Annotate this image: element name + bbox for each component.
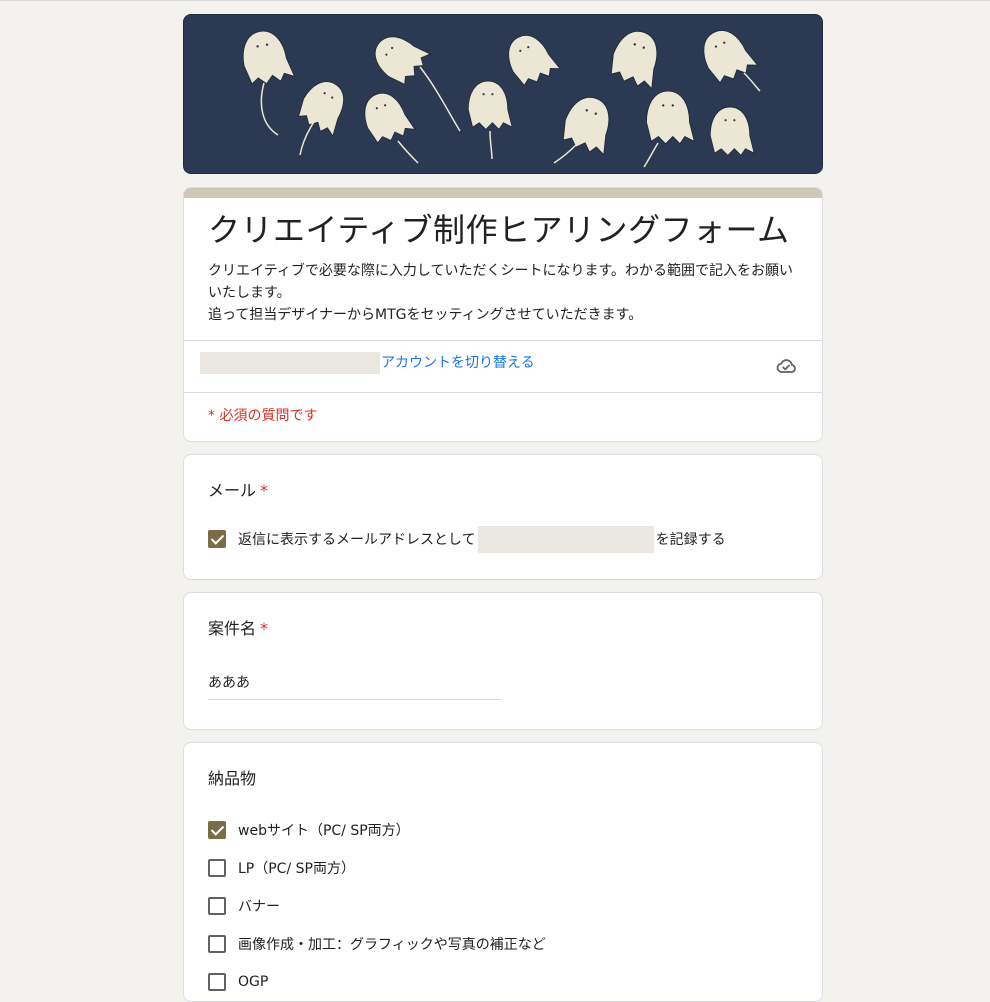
record-email-checkbox[interactable] — [208, 530, 226, 548]
cloud-saved-icon — [776, 359, 796, 373]
option-lp[interactable]: LP（PC/ SP両方） — [208, 849, 798, 887]
record-email-suffix: を記録する — [655, 532, 726, 548]
email-address-redacted — [477, 525, 654, 553]
option-image-editing[interactable]: 画像作成・加工：グラフィックや写真の補正など — [208, 925, 798, 963]
option-checkbox[interactable] — [208, 897, 226, 915]
required-note: * 必須の質問です — [208, 408, 318, 424]
title-accent-bar — [184, 188, 822, 198]
record-email-row[interactable]: 返信に表示するメールアドレスとして を記録する — [208, 525, 798, 553]
required-asterisk: * — [260, 481, 269, 500]
deliverables-options: webサイト（PC/ SP両方） LP（PC/ SP両方） バナー 画像作成・加… — [208, 811, 798, 1001]
header-banner-image — [183, 14, 823, 174]
email-question-title: メール * — [208, 479, 798, 503]
option-banner[interactable]: バナー — [208, 887, 798, 925]
project-name-label: 案件名 — [208, 619, 257, 638]
form-container: クリエイティブ制作ヒアリングフォーム クリエイティブで必要な際に入力していただく… — [183, 14, 823, 1002]
form-title-card: クリエイティブ制作ヒアリングフォーム クリエイティブで必要な際に入力していただく… — [183, 187, 823, 442]
account-row: アカウントを切り替える — [184, 341, 822, 392]
option-checkbox[interactable] — [208, 973, 226, 991]
project-name-question-card: 案件名 * — [183, 592, 823, 730]
option-label: webサイト（PC/ SP両方） — [238, 823, 410, 839]
ghost-illustration — [237, 20, 761, 168]
option-label: バナー — [238, 899, 280, 915]
email-question-card: メール * 返信に表示するメールアドレスとして を記録する — [183, 454, 823, 580]
option-label: OGP — [238, 974, 269, 990]
form-title: クリエイティブ制作ヒアリングフォーム — [208, 211, 790, 249]
option-checkbox[interactable] — [208, 859, 226, 877]
account-email-redacted — [200, 352, 380, 374]
option-ogp[interactable]: OGP — [208, 963, 798, 1001]
option-label: 画像作成・加工：グラフィックや写真の補正など — [238, 937, 546, 953]
option-checkbox[interactable] — [208, 821, 226, 839]
project-name-question-title: 案件名 * — [208, 617, 798, 641]
option-checkbox[interactable] — [208, 935, 226, 953]
deliverables-question-title: 納品物 — [208, 769, 257, 788]
top-border — [0, 0, 990, 1]
option-website[interactable]: webサイト（PC/ SP両方） — [208, 811, 798, 849]
record-email-prefix: 返信に表示するメールアドレスとして — [238, 532, 476, 548]
deliverables-question-card: 納品物 webサイト（PC/ SP両方） LP（PC/ SP両方） バナー 画像… — [183, 742, 823, 1002]
required-asterisk: * — [260, 619, 269, 638]
form-description: クリエイティブで必要な際に入力していただくシートになります。わかる範囲で記入をお… — [208, 263, 794, 323]
switch-account-link[interactable]: アカウントを切り替える — [381, 352, 535, 372]
option-label: LP（PC/ SP両方） — [238, 861, 355, 877]
ghost-1 — [237, 26, 296, 136]
project-name-input[interactable] — [208, 671, 502, 700]
email-question-label: メール — [208, 481, 257, 500]
